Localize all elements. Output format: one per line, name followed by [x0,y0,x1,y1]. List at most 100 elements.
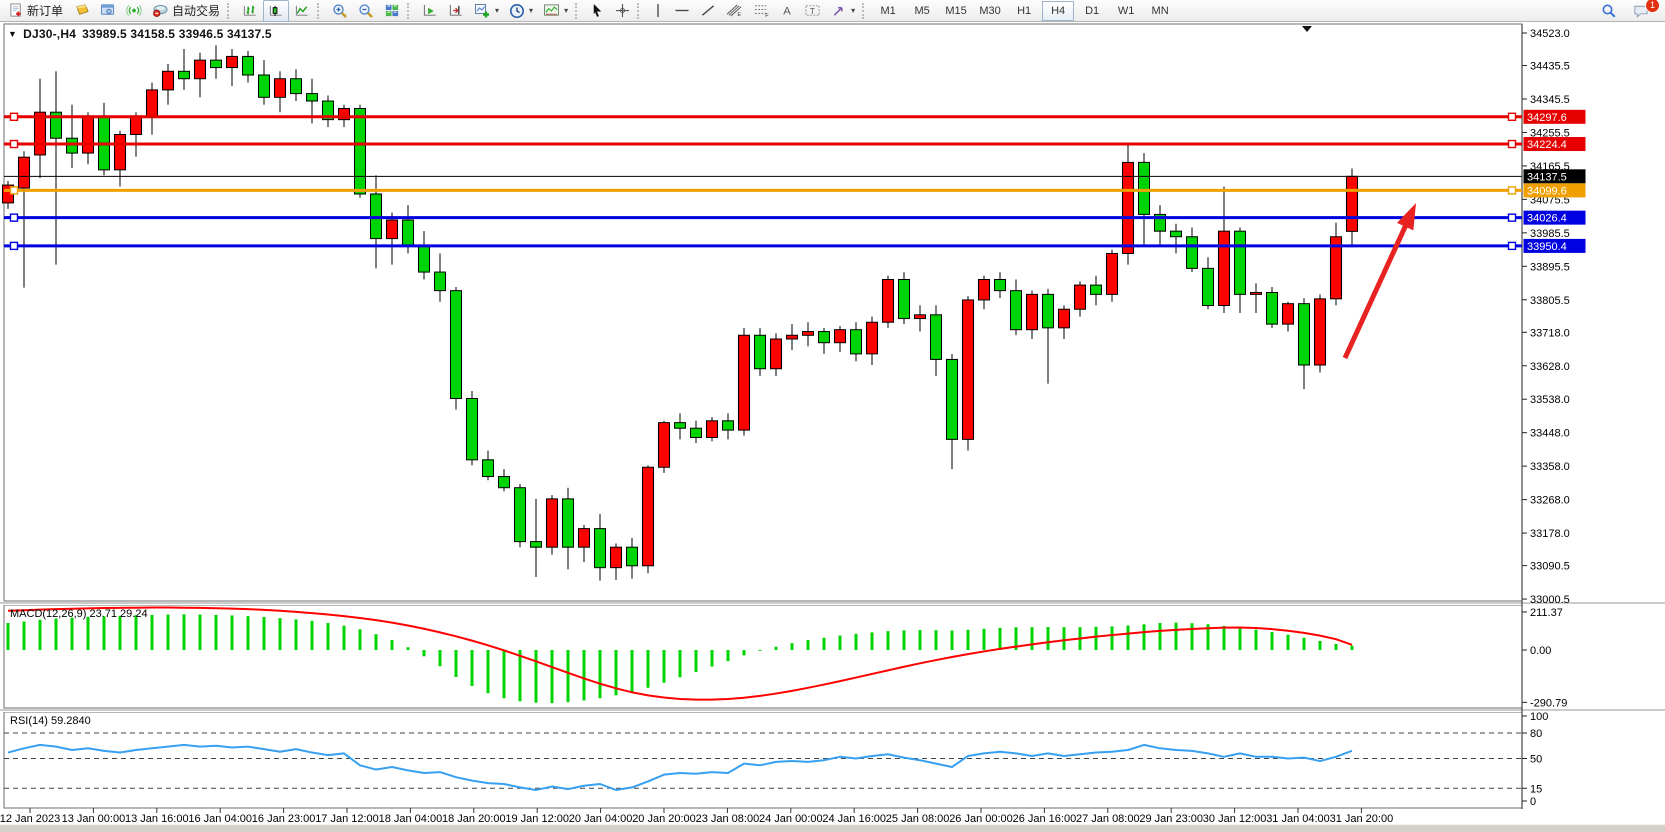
timeframe-m30-button[interactable]: M30 [974,1,1006,21]
auto-scroll-button[interactable] [417,0,443,22]
candle [1107,253,1118,294]
new-chart-icon [474,3,491,19]
candle [35,112,46,155]
timeframe-d1-button[interactable]: D1 [1076,1,1108,21]
candle [707,421,718,438]
autotrade-label: 自动交易 [172,2,220,19]
line-chart-button[interactable] [289,0,315,22]
zoom-out-button[interactable] [353,0,379,22]
line-handle[interactable] [11,242,18,249]
rsi-tick-label: 0 [1530,796,1536,808]
timeframe-group: M1M5M15M30H1H4D1W1MN [872,1,1176,21]
chart-shift-button[interactable] [443,0,469,22]
horizontal-line-icon [674,3,690,18]
chart-area[interactable]: 34523.034435.534345.534255.534165.534075… [0,23,1665,825]
crosshair-button[interactable] [610,0,635,22]
line-handle[interactable] [1509,187,1516,194]
price-label: 34297.6 [1527,112,1567,124]
trendline-button[interactable] [695,0,721,22]
candle [451,291,462,399]
candle [1283,304,1294,324]
timeframe-w1-button[interactable]: W1 [1110,1,1142,21]
candle [1267,293,1278,325]
candle [1251,293,1262,295]
cursor-icon [590,3,605,18]
chevron-down-icon: ▾ [851,6,855,15]
candle [595,529,606,568]
new-chart-button[interactable]: ▾ [469,0,504,22]
new-order-button[interactable]: 新订单 [4,0,68,22]
price-tick-label: 33090.5 [1530,561,1570,573]
vertical-line-button[interactable] [647,0,669,22]
candle [1011,291,1022,330]
candle [243,56,254,75]
price-tick-label: 33448.0 [1530,428,1570,440]
bar-chart-button[interactable] [237,0,263,22]
candle [611,547,622,567]
line-handle[interactable] [1509,242,1516,249]
candle [467,398,478,459]
line-handle[interactable] [11,214,18,221]
candle [211,60,222,67]
candle [755,335,766,368]
mt4-window: 新订单 自动交易 [0,0,1665,832]
candle [419,246,430,272]
toolbar: 新订单 自动交易 [0,0,1665,22]
price-tick-label: 34435.5 [1530,61,1570,73]
label-button[interactable]: T [799,0,826,22]
time-axis[interactable]: 12 Jan 202313 Jan 00:0013 Jan 16:0016 Ja… [0,808,1393,825]
line-handle[interactable] [11,113,18,120]
line-handle[interactable] [11,141,18,148]
line-handle[interactable] [1509,141,1516,148]
candlestick-chart[interactable]: 34523.034435.534345.534255.534165.534075… [0,23,1665,825]
timeframe-h4-button[interactable]: H4 [1042,1,1074,21]
candlestick-chart-button[interactable] [263,0,289,22]
candle [259,75,270,97]
candle [867,322,878,354]
text-button[interactable]: A [775,0,799,22]
line-handle[interactable] [1509,113,1516,120]
line-handle[interactable] [1509,214,1516,221]
rsi-label: RSI(14) 59.2840 [10,715,91,727]
candle [963,300,974,439]
terminal-button[interactable] [95,0,121,22]
price-tick-label: 33805.5 [1530,295,1570,307]
notification-badge: 1 [1645,0,1660,13]
channel-button[interactable]: E [721,0,748,22]
horizontal-line-button[interactable] [669,0,695,22]
candle [1219,231,1230,305]
line-handle[interactable] [11,187,18,194]
candle [771,339,782,369]
toolbar-grip [317,3,323,19]
search-button[interactable] [1596,0,1622,22]
gold-button[interactable] [68,0,95,22]
notifications-button[interactable]: 1 [1628,0,1655,22]
toolbar-grip [862,3,868,19]
zoom-out-icon [358,3,374,19]
tile-windows-button[interactable] [379,0,405,22]
period-clock-button[interactable]: ▾ [504,0,538,22]
chevron-down-icon[interactable]: ▼ [8,29,17,39]
candle [1235,231,1246,294]
autotrade-icon [152,3,169,18]
zoom-in-button[interactable] [327,0,353,22]
terminal-window-icon [100,3,116,18]
status-strip [0,824,1665,832]
fibonacci-button[interactable]: F [748,0,775,22]
signal-icon [126,3,142,18]
timeframe-h1-button[interactable]: H1 [1008,1,1040,21]
price-tick-label: 33538.0 [1530,394,1570,406]
timeframe-m15-button[interactable]: M15 [940,1,972,21]
candle [515,488,526,542]
autotrade-button[interactable]: 自动交易 [147,0,225,22]
timeframe-mn-button[interactable]: MN [1144,1,1176,21]
signal-button[interactable] [121,0,147,22]
timeframe-m1-button[interactable]: M1 [872,1,904,21]
timeframe-m5-button[interactable]: M5 [906,1,938,21]
macd-tick-label: -290.79 [1530,697,1567,709]
shapes-button[interactable]: ▾ [826,0,860,22]
template-button[interactable]: ▾ [538,0,573,22]
cursor-button[interactable] [585,0,610,22]
candle [1171,231,1182,237]
price-axis: 34523.034435.534345.534255.534165.534075… [1522,28,1586,606]
